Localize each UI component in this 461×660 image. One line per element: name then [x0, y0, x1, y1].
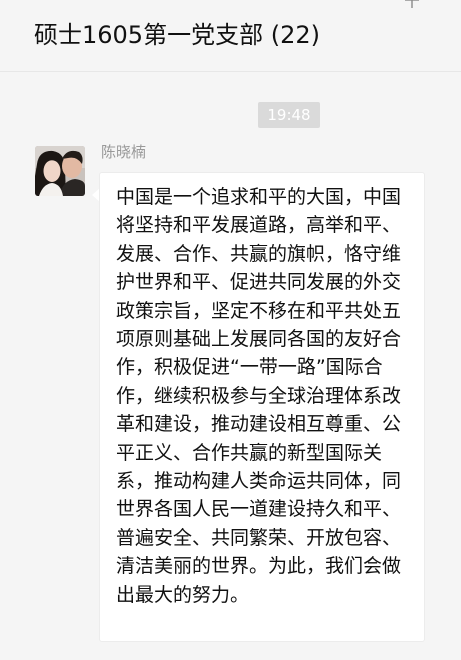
sender-name: 陈晓楠 [101, 143, 147, 161]
chat-title[interactable]: 硕士1605第一党支部 (22) [34, 18, 320, 52]
sender-avatar[interactable] [35, 146, 85, 196]
avatar-photo-icon [35, 146, 85, 196]
message-bubble[interactable]: 中国是一个追求和平的大国，中国将坚持和平发展道路，高举和平、发展、合作、共赢的旗… [99, 172, 425, 642]
message-text: 中国是一个追求和平的大国，中国将坚持和平发展道路，高举和平、发展、合作、共赢的旗… [116, 186, 402, 606]
message-timestamp: 19:48 [258, 102, 320, 128]
chat-header: 硕士1605第一党支部 (22) [0, 0, 461, 72]
pin-icon[interactable] [402, 0, 422, 10]
